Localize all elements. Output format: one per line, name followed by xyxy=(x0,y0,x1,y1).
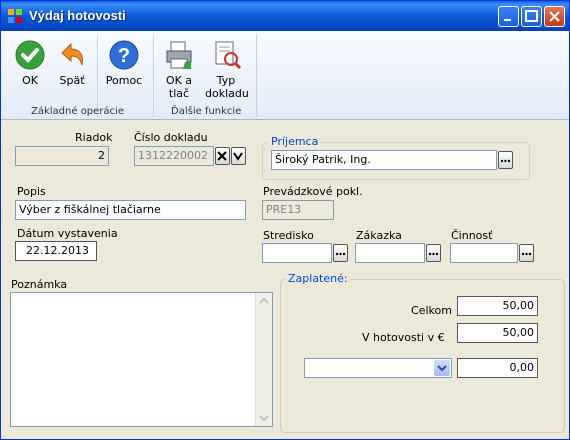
payment-type-select[interactable] xyxy=(304,358,452,378)
cash-register-field[interactable]: PRE13 xyxy=(262,200,334,220)
cost-center-label: Stredisko xyxy=(263,229,314,242)
back-label: Späť xyxy=(59,74,85,87)
close-button[interactable] xyxy=(544,6,565,27)
payment-type-dropdown-button[interactable] xyxy=(434,360,450,376)
activity-browse-button[interactable] xyxy=(519,244,534,262)
group-more-label: Ďalšie funkcie xyxy=(171,106,242,117)
maximize-icon xyxy=(525,10,538,22)
activity-label: Činnosť xyxy=(451,229,493,242)
scroll-down-icon[interactable] xyxy=(256,410,272,426)
help-label: Pomoc xyxy=(105,74,143,87)
ok-button[interactable]: OK xyxy=(10,39,50,87)
riadok-label: Riadok xyxy=(75,131,113,144)
title-bar: Výdaj hotovosti xyxy=(1,1,569,31)
order-label: Zákazka xyxy=(356,229,402,242)
window: Výdaj hotovosti OK Späť ? Pomoc Základné… xyxy=(0,0,570,440)
recipient-field[interactable]: Široký Patrik, Ing. xyxy=(271,150,497,170)
window-title: Výdaj hotovosti xyxy=(29,8,126,23)
app-icon xyxy=(8,9,22,23)
note-label: Poznámka xyxy=(11,278,68,291)
cash-paid-label: V hotovosti v € xyxy=(362,331,445,344)
riadok-field: 2 xyxy=(15,146,109,166)
maximize-button[interactable] xyxy=(521,6,542,27)
order-browse-button[interactable] xyxy=(426,244,441,262)
recipient-browse-button[interactable] xyxy=(498,151,513,169)
svg-text:?: ? xyxy=(118,45,130,67)
doc-type-label-2: dokladu xyxy=(205,87,249,100)
help-button[interactable]: ? Pomoc xyxy=(104,39,144,87)
note-textarea[interactable] xyxy=(10,292,273,427)
paid-legend: Zaplatené: xyxy=(286,272,350,285)
ribbon-toolbar: OK Späť ? Pomoc Základné operácie OK a t… xyxy=(1,31,569,120)
back-button[interactable]: Späť xyxy=(52,39,92,87)
scroll-up-icon[interactable] xyxy=(256,293,272,309)
help-icon: ? xyxy=(109,40,139,70)
document-number-field[interactable]: 1312220002 xyxy=(134,146,214,166)
chevron-down-icon xyxy=(233,152,243,161)
ok-print-label-2: tlač xyxy=(168,87,190,100)
ribbon-separator xyxy=(97,35,98,117)
ellipsis-icon xyxy=(428,252,439,256)
number-dropdown-button[interactable] xyxy=(231,147,246,165)
issue-date-field[interactable]: 22.12.2013 xyxy=(15,241,97,261)
ok-label: OK xyxy=(22,74,38,87)
group-basic-label: Základné operácie xyxy=(31,106,124,117)
doc-type-label-1: Typ xyxy=(216,74,236,87)
ellipsis-icon xyxy=(500,159,511,163)
cost-center-browse-button[interactable] xyxy=(333,244,348,262)
document-number-label: Číslo dokladu xyxy=(134,131,208,144)
minimize-icon xyxy=(504,19,511,21)
chevron-down-icon xyxy=(437,365,447,372)
ok-print-label-1: OK a xyxy=(165,74,193,87)
document-type-button[interactable]: Typ dokladu xyxy=(205,39,249,100)
minimize-button[interactable] xyxy=(498,6,519,27)
checkmark-icon xyxy=(15,40,45,70)
close-icon xyxy=(549,11,560,22)
printer-icon xyxy=(166,41,192,69)
cash-register-label: Prevádzkové pokl. xyxy=(263,185,363,198)
ellipsis-icon xyxy=(335,252,346,256)
total-label: Celkom xyxy=(411,304,452,317)
order-field[interactable] xyxy=(355,243,425,263)
document-search-icon xyxy=(215,41,242,70)
ribbon-separator xyxy=(256,35,257,117)
clear-number-button[interactable] xyxy=(215,147,230,165)
total-field[interactable]: 50,00 xyxy=(457,296,538,316)
undo-arrow-icon xyxy=(61,42,83,66)
other-payment-field[interactable]: 0,00 xyxy=(457,358,538,378)
description-label: Popis xyxy=(17,185,46,198)
activity-field[interactable] xyxy=(450,243,518,263)
issue-date-label: Dátum vystavenia xyxy=(17,227,118,240)
ribbon-separator xyxy=(153,35,154,117)
recipient-legend: Príjemca xyxy=(269,135,321,148)
note-scrollbar[interactable] xyxy=(255,293,272,426)
cost-center-field[interactable] xyxy=(262,243,332,263)
cash-paid-field[interactable]: 50,00 xyxy=(457,323,538,343)
close-icon xyxy=(217,151,227,161)
ok-print-button[interactable]: OK a tlač xyxy=(159,39,199,100)
ellipsis-icon xyxy=(521,252,532,256)
description-field[interactable]: Výber z fiškálnej tlačiarne xyxy=(15,200,246,220)
